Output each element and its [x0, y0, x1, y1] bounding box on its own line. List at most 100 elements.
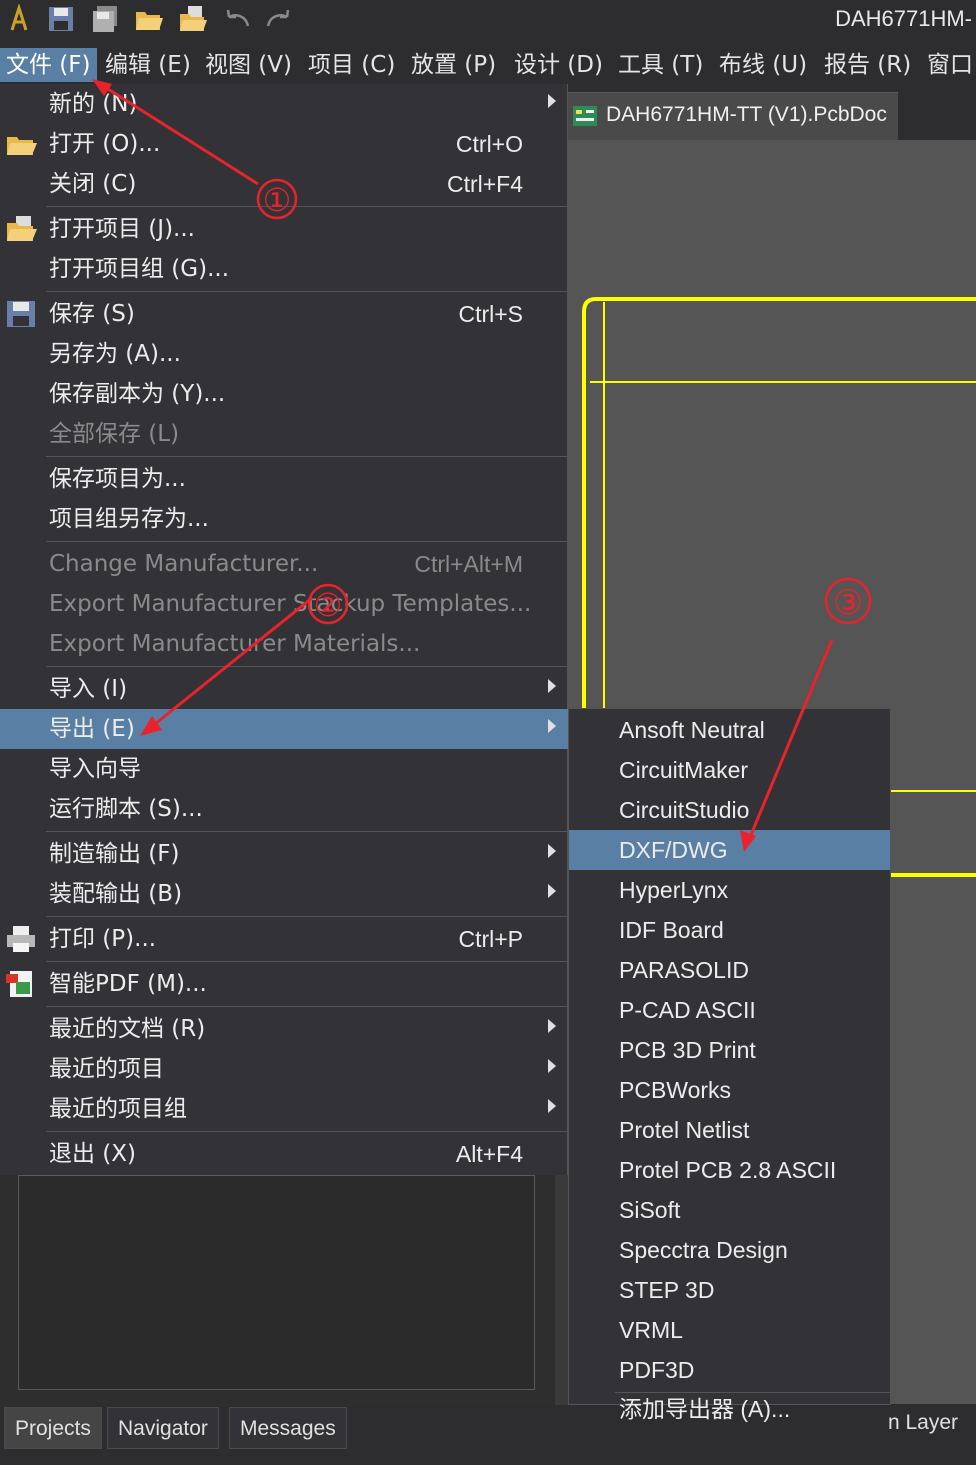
- app-logo-icon[interactable]: [4, 4, 34, 34]
- menu-separator: [46, 1006, 568, 1007]
- export-item-protel-pcb-ascii[interactable]: Protel PCB 2.8 ASCII: [569, 1150, 890, 1190]
- menu-item-import-wizard[interactable]: 导入向导: [0, 749, 568, 789]
- menu-item-label: Export Manufacturer Stackup Templates...: [49, 591, 532, 617]
- menu-file[interactable]: 文件 (F): [0, 48, 97, 82]
- tab-navigator[interactable]: Navigator: [107, 1407, 219, 1449]
- menu-separator: [46, 291, 568, 292]
- submenu-item-label: PDF3D: [619, 1357, 695, 1383]
- save-icon[interactable]: [46, 4, 76, 34]
- menu-reports[interactable]: 报告 (R): [818, 48, 917, 82]
- submenu-item-label: PARASOLID: [619, 957, 749, 983]
- menu-item-print[interactable]: 打印 (P)... Ctrl+P: [0, 919, 568, 959]
- menu-item-save[interactable]: 保存 (S) Ctrl+S: [0, 294, 568, 334]
- menu-item-open-project-group[interactable]: 打开项目组 (G)...: [0, 249, 568, 289]
- toolbar: DAH6771HM-: [0, 0, 976, 44]
- export-item-parasolid[interactable]: PARASOLID: [569, 950, 890, 990]
- menu-item-label: 退出 (X): [49, 1141, 137, 1167]
- submenu-arrow-icon: [548, 94, 556, 108]
- menu-item-recent-project-groups[interactable]: 最近的项目组: [0, 1089, 568, 1129]
- export-item-pcb-3d-print[interactable]: PCB 3D Print: [569, 1030, 890, 1070]
- layer-tab-label[interactable]: n Layer: [888, 1411, 958, 1435]
- menu-item-recent-documents[interactable]: 最近的文档 (R): [0, 1009, 568, 1049]
- menu-route[interactable]: 布线 (U): [713, 48, 813, 82]
- menu-item-assembly-outputs[interactable]: 装配输出 (B): [0, 874, 568, 914]
- export-item-hyperlynx[interactable]: HyperLynx: [569, 870, 890, 910]
- submenu-arrow-icon: [548, 679, 556, 693]
- menu-item-open[interactable]: 打开 (O)... Ctrl+O: [0, 124, 568, 164]
- menu-item-new[interactable]: 新的 (N): [0, 84, 568, 124]
- menu-view[interactable]: 视图 (V): [199, 48, 298, 82]
- menu-separator: [46, 1131, 568, 1132]
- menu-item-label: 装配输出 (B): [49, 881, 183, 907]
- export-item-circuitmaker[interactable]: CircuitMaker: [569, 750, 890, 790]
- menu-item-change-manufacturer: Change Manufacturer... Ctrl+Alt+M: [0, 544, 568, 584]
- menu-item-import[interactable]: 导入 (I): [0, 669, 568, 709]
- menu-item-label: Export Manufacturer Materials...: [49, 631, 421, 657]
- menu-window[interactable]: 窗口: [921, 48, 976, 82]
- menu-item-label: 运行脚本 (S)...: [49, 796, 203, 822]
- menu-item-label: 保存 (S): [49, 301, 135, 327]
- export-item-pcad-ascii[interactable]: P-CAD ASCII: [569, 990, 890, 1030]
- menu-place[interactable]: 放置 (P): [405, 48, 502, 82]
- submenu-item-label: Protel Netlist: [619, 1117, 750, 1143]
- submenu-item-label: Specctra Design: [619, 1237, 788, 1263]
- export-item-ansoft-neutral[interactable]: Ansoft Neutral: [569, 710, 890, 750]
- export-item-dxf-dwg[interactable]: DXF/DWG: [569, 830, 890, 870]
- redo-icon[interactable]: [264, 4, 294, 34]
- menu-item-save-copy-as[interactable]: 保存副本为 (Y)...: [0, 374, 568, 414]
- menu-item-recent-projects[interactable]: 最近的项目: [0, 1049, 568, 1089]
- tab-messages[interactable]: Messages: [229, 1407, 347, 1449]
- export-item-idf-board[interactable]: IDF Board: [569, 910, 890, 950]
- export-item-protel-netlist[interactable]: Protel Netlist: [569, 1110, 890, 1150]
- submenu-arrow-icon: [548, 719, 556, 733]
- projects-panel: [0, 1175, 568, 1405]
- menu-item-save-all: 全部保存 (L): [0, 414, 568, 454]
- export-item-add-exporter[interactable]: 添加导出器 (A)...: [569, 1395, 890, 1422]
- menu-project[interactable]: 项目 (C): [302, 48, 401, 82]
- export-item-specctra-design[interactable]: Specctra Design: [569, 1230, 890, 1270]
- menu-item-exit[interactable]: 退出 (X) Alt+F4: [0, 1134, 568, 1174]
- export-submenu: Ansoft Neutral CircuitMaker CircuitStudi…: [568, 708, 891, 1422]
- menu-item-label: 智能PDF (M)...: [49, 971, 207, 997]
- shortcut-label: Ctrl+S: [458, 301, 523, 327]
- export-item-sisoft[interactable]: SiSoft: [569, 1190, 890, 1230]
- menu-item-label: Change Manufacturer...: [49, 551, 319, 577]
- open-project-icon[interactable]: [178, 4, 208, 34]
- export-item-pdf3d[interactable]: PDF3D: [569, 1350, 890, 1390]
- shortcut-label: Ctrl+O: [455, 131, 523, 157]
- shortcut-label: Ctrl+P: [458, 926, 523, 952]
- menu-item-close[interactable]: 关闭 (C) Ctrl+F4: [0, 164, 568, 204]
- open-folder-icon: [7, 137, 37, 155]
- open-icon[interactable]: [134, 4, 164, 34]
- menu-item-open-project[interactable]: 打开项目 (J)...: [0, 209, 568, 249]
- menu-design[interactable]: 设计 (D): [508, 48, 609, 82]
- menu-item-fabrication-outputs[interactable]: 制造输出 (F): [0, 834, 568, 874]
- export-item-vrml[interactable]: VRML: [569, 1310, 890, 1350]
- menu-tools[interactable]: 工具 (T): [612, 48, 709, 82]
- export-item-circuitstudio[interactable]: CircuitStudio: [569, 790, 890, 830]
- export-item-step-3d[interactable]: STEP 3D: [569, 1270, 890, 1310]
- menu-item-label: 导入向导: [49, 756, 141, 782]
- panel-scrollbar[interactable]: [555, 1175, 568, 1405]
- menu-item-run-script[interactable]: 运行脚本 (S)...: [0, 789, 568, 829]
- menu-item-save-project-group-as[interactable]: 项目组另存为...: [0, 499, 568, 539]
- submenu-item-label: CircuitMaker: [619, 757, 749, 783]
- menu-item-save-as[interactable]: 另存为 (A)...: [0, 334, 568, 374]
- submenu-item-label: STEP 3D: [619, 1277, 715, 1303]
- document-tab[interactable]: DAH6771HM-TT (V1).PcbDoc: [568, 92, 898, 140]
- export-item-pcbworks[interactable]: PCBWorks: [569, 1070, 890, 1110]
- submenu-item-label: CircuitStudio: [619, 797, 750, 823]
- tab-projects[interactable]: Projects: [4, 1407, 102, 1449]
- undo-icon[interactable]: [222, 4, 252, 34]
- submenu-item-label: Protel PCB 2.8 ASCII: [619, 1157, 837, 1183]
- projects-tree[interactable]: [18, 1175, 535, 1390]
- menu-item-save-project-as[interactable]: 保存项目为...: [0, 459, 568, 499]
- submenu-arrow-icon: [548, 1059, 556, 1073]
- menu-edit[interactable]: 编辑 (E): [99, 48, 197, 82]
- menu-item-export[interactable]: 导出 (E): [0, 709, 568, 749]
- menu-item-label: 最近的项目组: [49, 1096, 187, 1122]
- save-all-icon[interactable]: [90, 4, 120, 34]
- submenu-arrow-icon: [548, 1099, 556, 1113]
- menu-item-smart-pdf[interactable]: 智能PDF (M)...: [0, 964, 568, 1004]
- menu-item-label: 项目组另存为...: [49, 506, 209, 532]
